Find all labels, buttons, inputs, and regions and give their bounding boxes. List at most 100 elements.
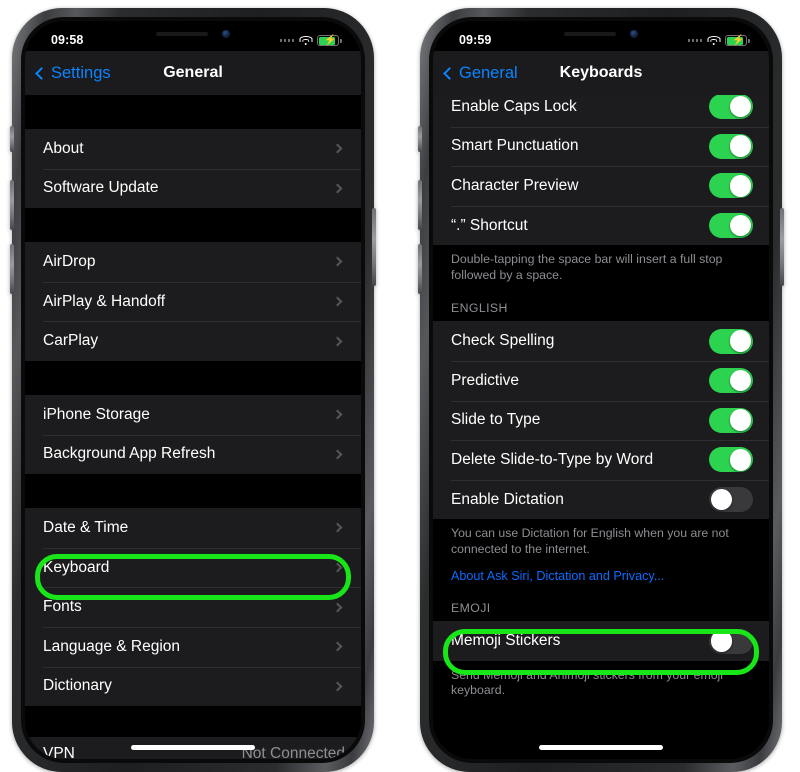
wifi-icon [299, 35, 312, 46]
toggle-memoji-stickers[interactable] [709, 628, 753, 654]
setting-row-check-spelling[interactable]: Check Spelling [433, 321, 769, 361]
sidebar-item-software-update[interactable]: Software Update [25, 168, 361, 209]
toggle-enable-dictation[interactable] [709, 487, 753, 513]
back-button-label: Settings [51, 63, 111, 82]
status-indicators: ⚡ [279, 32, 342, 46]
chevron-right-icon [332, 257, 343, 267]
battery-charging-icon: ⚡ [317, 35, 342, 46]
row-label: Language & Region [43, 637, 181, 655]
settings-group-1: About Software Update [25, 129, 361, 209]
toggle-check-spelling[interactable] [709, 328, 753, 354]
link-about-ask-siri-dictation-privacy[interactable]: About Ask Siri, Dictation and Privacy... [433, 557, 769, 583]
row-label: Background App Refresh [43, 445, 216, 463]
back-button-settings[interactable]: Settings [25, 64, 111, 83]
home-indicator[interactable] [131, 745, 255, 750]
volume-up-button[interactable] [418, 180, 422, 230]
status-indicators: ⚡ [687, 32, 750, 46]
device-bezel-right: 09:59 ⚡ General Keyboards Enable Caps Lo… [429, 17, 773, 763]
battery-charging-icon: ⚡ [725, 35, 750, 46]
silent-switch-button[interactable] [10, 126, 14, 152]
footnote-period-shortcut: Double-tapping the space bar will insert… [451, 252, 723, 282]
home-indicator[interactable] [539, 745, 663, 750]
settings-list-left[interactable]: About Software Update AirDrop AirPlay & … [25, 95, 361, 759]
sidebar-item-background-app-refresh[interactable]: Background App Refresh [25, 434, 361, 475]
toggle-enable-caps-lock[interactable] [709, 94, 753, 120]
row-label: Software Update [43, 179, 159, 197]
screenshot-canvas: 09:58 ⚡ Settings General About Software … [0, 0, 800, 772]
english-group: Check Spelling Predictive Slide to Type [433, 321, 769, 520]
screen-right: 09:59 ⚡ General Keyboards Enable Caps Lo… [433, 21, 769, 759]
row-label: About [43, 139, 84, 157]
row-label: Check Spelling [451, 332, 555, 350]
power-button[interactable] [780, 208, 784, 286]
keyboard-options-group: Enable Caps Lock Smart Punctuation Chara… [433, 87, 769, 246]
row-label: AirDrop [43, 252, 96, 270]
setting-row-enable-dictation[interactable]: Enable Dictation [433, 479, 769, 520]
volume-up-button[interactable] [10, 180, 14, 230]
screen-left: 09:58 ⚡ Settings General About Software … [25, 21, 361, 759]
footnote-dictation: You can use Dictation for English when y… [451, 526, 729, 556]
device-bezel-left: 09:58 ⚡ Settings General About Software … [21, 17, 365, 763]
row-label: Enable Dictation [451, 490, 564, 508]
sidebar-item-about[interactable]: About [25, 129, 361, 169]
wifi-icon [707, 35, 720, 46]
settings-group-3: iPhone Storage Background App Refresh [25, 394, 361, 475]
toggle-delete-slide-to-type-by-word[interactable] [709, 447, 753, 473]
sidebar-item-fonts[interactable]: Fonts [25, 587, 361, 627]
setting-row-smart-punctuation[interactable]: Smart Punctuation [433, 126, 769, 167]
setting-row-period-shortcut[interactable]: “.” Shortcut [433, 205, 769, 246]
signal-dots-icon [279, 39, 294, 42]
back-button-general[interactable]: General [433, 64, 518, 83]
settings-group-2: AirDrop AirPlay & Handoff CarPlay [25, 242, 361, 361]
toggle-period-shortcut[interactable] [709, 213, 753, 239]
volume-down-button[interactable] [10, 244, 14, 294]
row-label: Smart Punctuation [451, 137, 579, 155]
keyboards-list[interactable]: Enable Caps Lock Smart Punctuation Chara… [433, 87, 769, 759]
row-label: Enable Caps Lock [451, 97, 577, 115]
row-label: VPN [43, 745, 75, 759]
earpiece-speaker-icon [564, 31, 616, 36]
setting-row-character-preview[interactable]: Character Preview [433, 166, 769, 206]
row-label: Date & Time [43, 518, 129, 536]
front-camera-icon [222, 29, 230, 38]
sidebar-item-keyboard[interactable]: Keyboard [25, 547, 361, 588]
earpiece-speaker-icon [156, 31, 208, 36]
sidebar-item-iphone-storage[interactable]: iPhone Storage [25, 395, 361, 435]
toggle-smart-punctuation[interactable] [709, 133, 753, 159]
row-label: AirPlay & Handoff [43, 292, 166, 310]
setting-row-predictive[interactable]: Predictive [433, 360, 769, 401]
sidebar-item-date-time[interactable]: Date & Time [25, 508, 361, 548]
status-time: 09:59 [459, 33, 492, 47]
iphone-device-left: 09:58 ⚡ Settings General About Software … [10, 8, 376, 772]
toggle-character-preview[interactable] [709, 173, 753, 199]
sidebar-item-carplay[interactable]: CarPlay [25, 321, 361, 361]
chevron-left-icon [35, 66, 48, 80]
power-button[interactable] [372, 208, 376, 286]
notch [527, 21, 675, 46]
row-label: Character Preview [451, 176, 579, 194]
sidebar-item-language-region[interactable]: Language & Region [25, 626, 361, 667]
emoji-group: Memoji Stickers [433, 621, 769, 661]
chevron-right-icon [332, 602, 343, 613]
signal-dots-icon [687, 39, 702, 42]
chevron-left-icon [443, 66, 456, 80]
sidebar-item-airplay-handoff[interactable]: AirPlay & Handoff [25, 281, 361, 322]
sidebar-item-dictionary[interactable]: Dictionary [25, 666, 361, 707]
chevron-right-icon [332, 143, 343, 154]
setting-row-slide-to-type[interactable]: Slide to Type [433, 400, 769, 441]
chevron-right-icon [332, 449, 343, 460]
row-label: Fonts [43, 598, 82, 616]
chevron-right-icon [332, 562, 343, 573]
toggle-predictive[interactable] [709, 368, 753, 394]
setting-row-delete-slide-to-type-by-word[interactable]: Delete Slide-to-Type by Word [433, 440, 769, 480]
silent-switch-button[interactable] [418, 126, 422, 152]
back-button-label: General [459, 63, 518, 82]
sidebar-item-airdrop[interactable]: AirDrop [25, 242, 361, 282]
setting-row-memoji-stickers[interactable]: Memoji Stickers [433, 621, 769, 661]
row-label: iPhone Storage [43, 405, 150, 423]
volume-down-button[interactable] [418, 244, 422, 294]
toggle-slide-to-type[interactable] [709, 407, 753, 433]
